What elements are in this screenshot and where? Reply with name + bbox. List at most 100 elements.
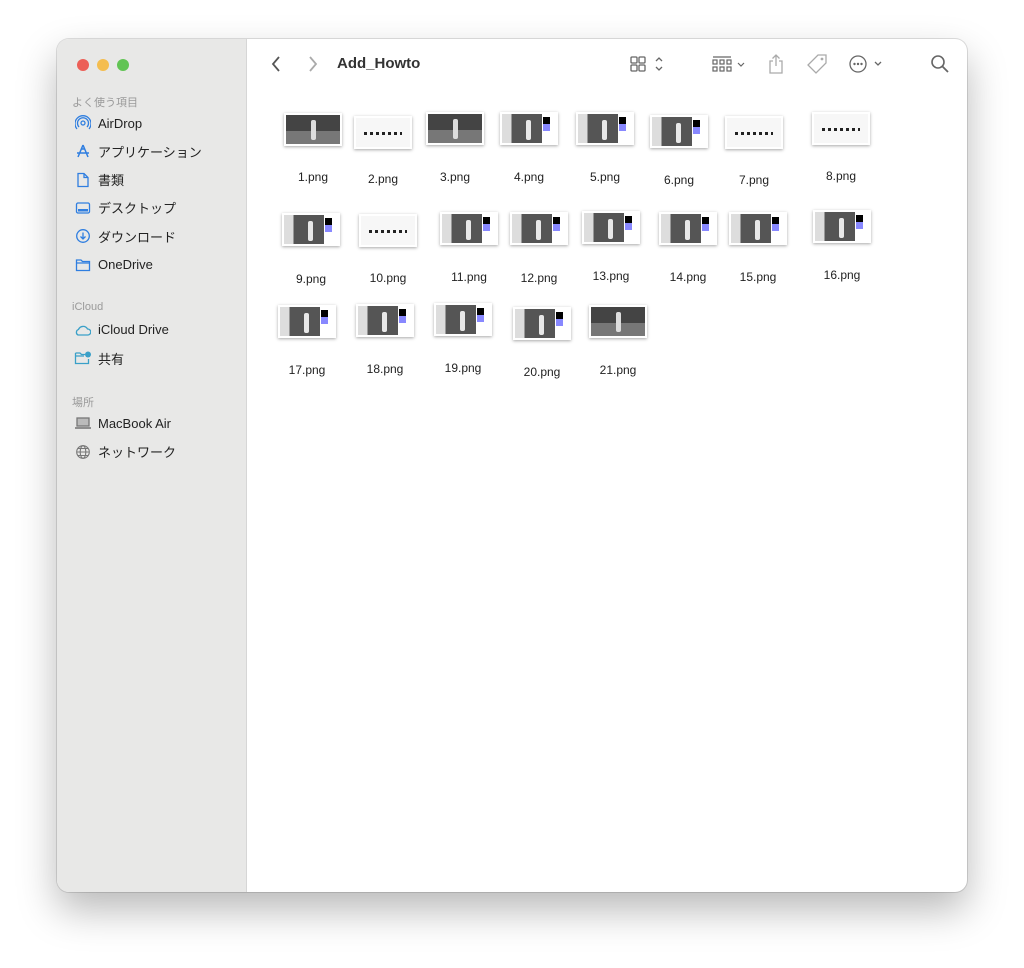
sidebar-item-label: AirDrop [98, 115, 143, 131]
document-icon [74, 171, 91, 188]
file-item[interactable]: 2.png [348, 116, 418, 194]
file-thumbnail [284, 113, 342, 146]
file-thumbnail [729, 212, 787, 245]
sidebar-item-label: 共有 [98, 351, 125, 367]
file-name: 16.png [823, 268, 861, 282]
group-icon [712, 56, 745, 72]
sidebar-item-applications[interactable]: アプリケーション [74, 140, 202, 162]
sidebar-item-label: ダウンロード [98, 229, 177, 245]
file-name: 1.png [297, 170, 329, 184]
minimize-button[interactable] [97, 59, 109, 71]
cloud-icon [74, 321, 91, 338]
file-item[interactable]: 7.png [719, 116, 789, 195]
finder-window: よく使う項目 AirDrop アプリケーション 書類 デスクトップ ダウンロード OneDr… [57, 39, 967, 892]
close-button[interactable] [77, 59, 89, 71]
sidebar-item-laptop[interactable]: MacBook Air [74, 412, 171, 434]
file-thumbnail [513, 307, 571, 340]
network-icon [74, 443, 91, 460]
file-item[interactable]: 17.png [272, 305, 342, 385]
file-name: 6.png [663, 173, 695, 187]
file-name: 21.png [599, 363, 637, 377]
folder-icon [74, 256, 91, 273]
sidebar-item-desktop[interactable]: デスクトップ [74, 197, 176, 219]
search-button[interactable] [929, 53, 951, 75]
sidebar-item-folder[interactable]: OneDrive [74, 254, 153, 276]
sidebar-item-document[interactable]: 書類 [74, 169, 124, 191]
sidebar-item-label: iCloud Drive [98, 322, 169, 338]
file-thumbnail [576, 112, 634, 145]
sidebar-item-download[interactable]: ダウンロード [74, 225, 176, 247]
file-name: 5.png [589, 170, 621, 184]
file-thumbnail [440, 212, 498, 245]
desktop-icon [74, 199, 91, 216]
shared-folder-icon [74, 350, 91, 367]
file-name: 3.png [439, 170, 471, 184]
file-item[interactable]: 8.png [806, 112, 876, 191]
zoom-button[interactable] [117, 59, 129, 71]
file-thumbnail [278, 305, 336, 338]
group-button[interactable] [710, 54, 750, 74]
file-name: 11.png [451, 270, 487, 284]
file-item[interactable]: 20.png [507, 307, 577, 387]
tag-icon [807, 54, 827, 74]
search-icon [931, 55, 949, 73]
view-mode-button[interactable] [628, 54, 668, 74]
file-item[interactable]: 5.png [570, 112, 640, 192]
file-thumbnail [659, 212, 717, 245]
file-thumbnail [582, 211, 640, 244]
main-area: Add_Howto 1.png 2.png 3.png 4.png 5.png 6.png… [248, 39, 967, 892]
file-thumbnail [812, 112, 870, 145]
sidebar-item-shared-folder[interactable]: 共有 [74, 347, 124, 369]
file-name: 2.png [367, 172, 399, 186]
file-item[interactable]: 12.png [504, 212, 574, 293]
file-item[interactable]: 16.png [807, 210, 877, 290]
sidebar-section-header: 場所 [72, 397, 94, 410]
sidebar-section-header: iCloud [72, 300, 104, 313]
share-button[interactable] [766, 52, 786, 76]
file-item[interactable]: 21.png [583, 305, 653, 385]
file-name: 14.png [669, 270, 707, 284]
file-name: 12.png [520, 271, 558, 285]
file-item[interactable]: 3.png [420, 112, 490, 192]
sidebar-item-network[interactable]: ネットワーク [74, 441, 176, 463]
sidebar-item-label: ネットワーク [98, 445, 177, 461]
share-icon [769, 54, 783, 74]
back-button[interactable] [268, 53, 284, 75]
file-thumbnail [725, 116, 783, 149]
sidebar-item-label: デスクトップ [98, 201, 177, 217]
forward-button[interactable] [305, 53, 321, 75]
file-item[interactable]: 4.png [494, 112, 564, 192]
file-item[interactable]: 14.png [653, 212, 723, 292]
sidebar-item-label: アプリケーション [98, 144, 202, 160]
file-item[interactable]: 11.png [434, 212, 504, 292]
more-actions-button[interactable] [848, 53, 886, 75]
sidebar-item-label: 書類 [98, 173, 125, 189]
download-icon [74, 228, 91, 245]
sidebar-item-cloud[interactable]: iCloud Drive [74, 319, 169, 341]
chevron-right-icon [309, 56, 318, 72]
file-thumbnail [813, 210, 871, 243]
file-thumbnail [510, 212, 568, 245]
file-name: 20.png [523, 365, 561, 379]
laptop-icon [74, 415, 91, 432]
sidebar-item-airdrop[interactable]: AirDrop [74, 112, 142, 134]
file-item[interactable]: 19.png [428, 303, 498, 383]
applications-icon [74, 143, 91, 160]
file-item[interactable]: 15.png [723, 212, 793, 292]
sidebar: よく使う項目 AirDrop アプリケーション 書類 デスクトップ ダウンロード OneDr… [57, 39, 247, 892]
file-name: 13.png [592, 269, 630, 283]
file-thumbnail [434, 303, 492, 336]
file-item[interactable]: 18.png [350, 304, 420, 384]
tag-button[interactable] [806, 52, 828, 76]
chevron-left-icon [271, 56, 280, 72]
file-item[interactable]: 10.png [353, 214, 423, 293]
file-name: 15.png [739, 270, 777, 284]
file-item[interactable]: 6.png [644, 115, 714, 195]
file-thumbnail [650, 115, 708, 148]
file-thumbnail [282, 213, 340, 246]
file-item[interactable]: 9.png [276, 213, 346, 294]
window-title: Add_Howto [337, 55, 421, 72]
file-name: 4.png [513, 170, 545, 184]
file-item[interactable]: 1.png [278, 113, 348, 192]
file-item[interactable]: 13.png [576, 211, 646, 291]
